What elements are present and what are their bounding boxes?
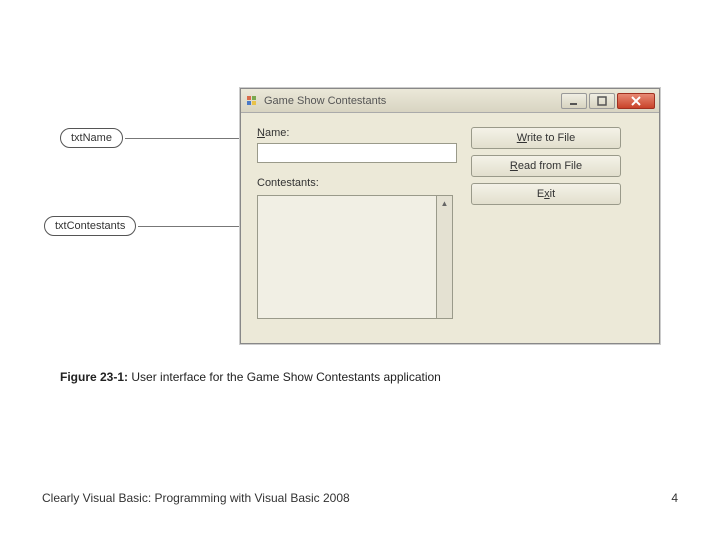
titlebar[interactable]: Game Show Contestants [241, 89, 659, 113]
window-title: Game Show Contestants [264, 95, 559, 107]
callout-line [138, 226, 240, 227]
callout-txtcontestants: txtContestants [44, 216, 136, 236]
name-input[interactable] [257, 143, 457, 163]
form-body: Name: Contestants: ▲ Write to File Read … [241, 113, 659, 343]
app-window: Game Show Contestants Name: Contestants: [240, 88, 660, 344]
callout-txtname: txtName [60, 128, 123, 148]
callout-txtcontestants-label: txtContestants [55, 220, 125, 232]
footer-book-title: Clearly Visual Basic: Programming with V… [42, 491, 350, 505]
maximize-button[interactable] [589, 93, 615, 109]
contestants-label: Contestants: [257, 177, 457, 189]
minimize-button[interactable] [561, 93, 587, 109]
scroll-up-icon[interactable]: ▲ [438, 196, 452, 210]
figure-caption: Figure 23-1: User interface for the Game… [60, 370, 441, 384]
app-icon [245, 94, 259, 108]
read-from-file-button[interactable]: Read from File [471, 155, 621, 177]
close-button[interactable] [617, 93, 655, 109]
figure-label: Figure 23-1: [60, 370, 128, 384]
scrollbar[interactable]: ▲ [437, 195, 453, 319]
callout-line [125, 138, 240, 139]
callout-txtname-label: txtName [71, 132, 112, 144]
exit-button[interactable]: Exit [471, 183, 621, 205]
footer-page-number: 4 [671, 491, 678, 505]
contestants-listbox[interactable] [257, 195, 437, 319]
write-to-file-button[interactable]: Write to File [471, 127, 621, 149]
figure-text: User interface for the Game Show Contest… [131, 370, 441, 384]
name-label: Name: [257, 127, 457, 139]
